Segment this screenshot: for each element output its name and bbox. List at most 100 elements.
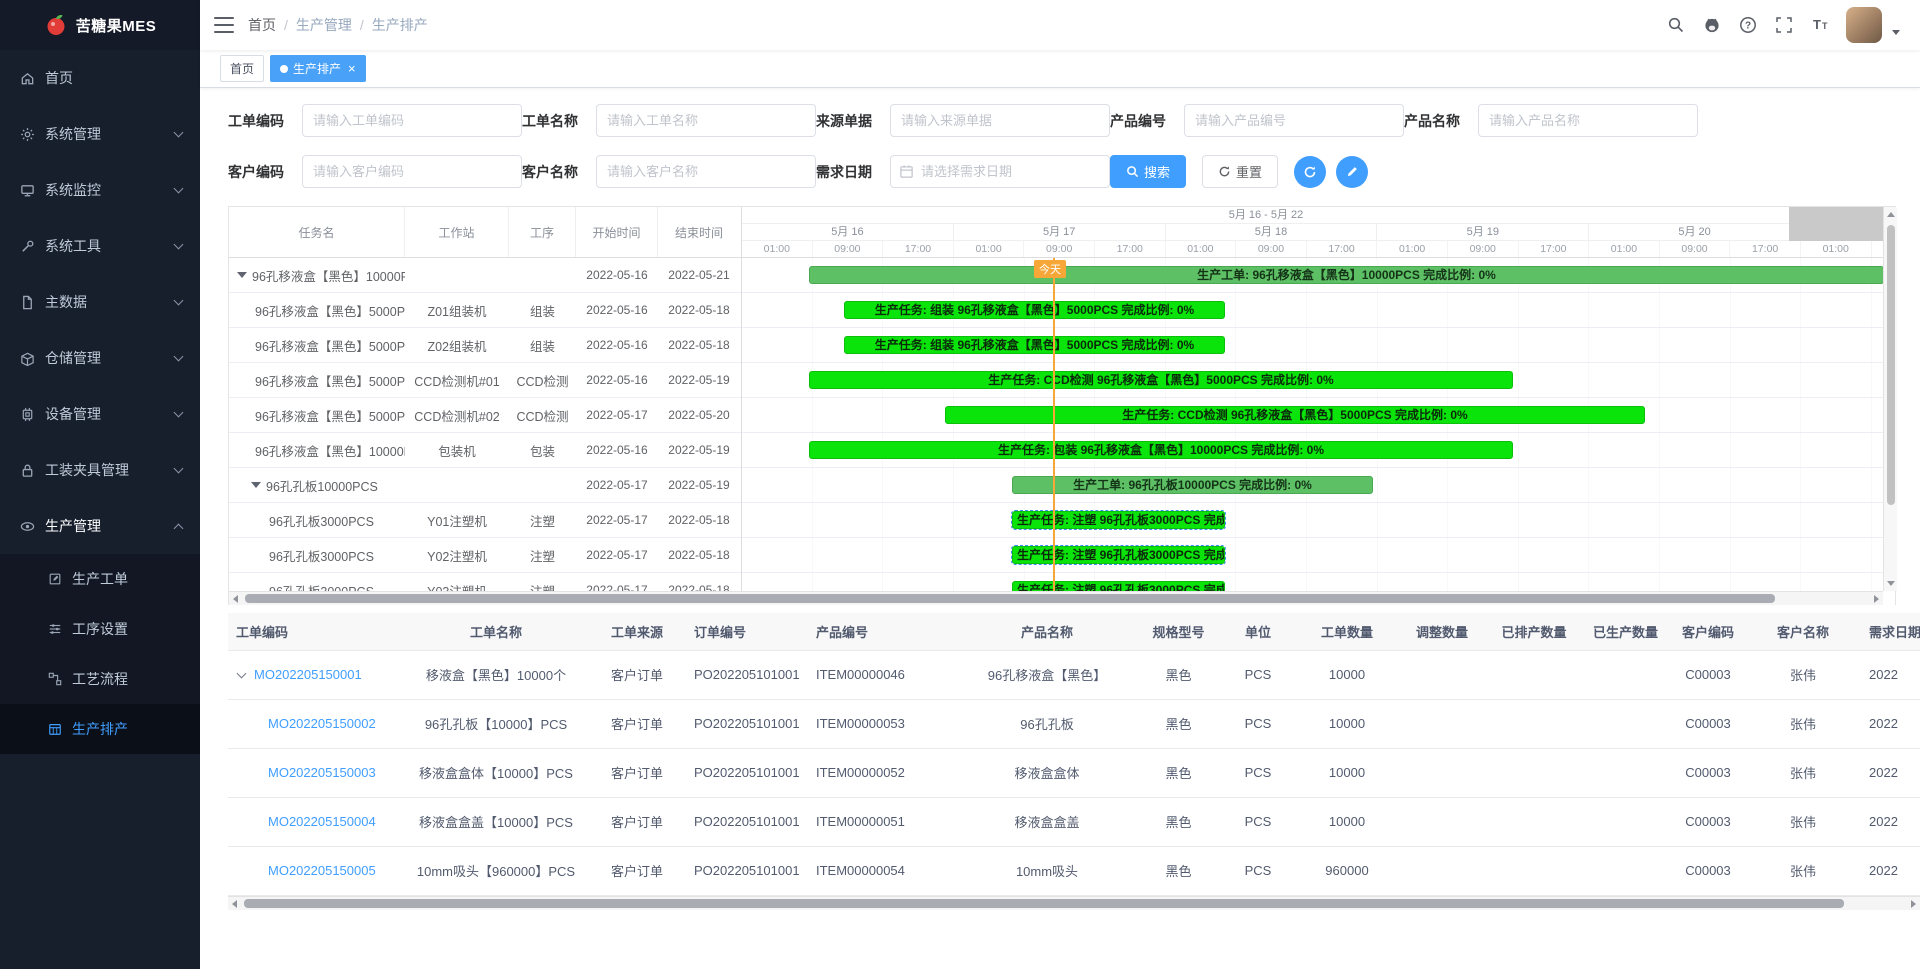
order-code-link[interactable]: MO202205150005 bbox=[268, 863, 376, 878]
gantt-bar-task[interactable]: 生产任务: 组装 96孔移液盒【黑色】5000PCS 完成比例: 0% bbox=[844, 301, 1225, 319]
expand-row-icon[interactable] bbox=[237, 668, 247, 678]
scroll-up-arrow-icon[interactable] bbox=[1887, 212, 1895, 217]
gantt-row[interactable]: 96孔孔板3000PCS Y02注塑机 注塑 2022-05-17 2022-0… bbox=[229, 538, 741, 573]
app-logo: 苦糖果MES bbox=[0, 0, 200, 50]
order-row[interactable]: MO202205150002 96孔孔板【10000】PCS 客户订单 PO20… bbox=[228, 699, 1920, 748]
sidebar-item-system-monitor[interactable]: 系统监控 bbox=[0, 162, 200, 218]
sidebar-item-fixture[interactable]: 工装夹具管理 bbox=[0, 442, 200, 498]
gantt-row[interactable]: 96孔移液盒【黑色】5000PCS CCD检测机#02 CCD检测 2022-0… bbox=[229, 398, 741, 433]
gantt-grid-header: 任务名 工作站 工序 开始时间 结束时间 bbox=[229, 207, 741, 258]
avatar[interactable] bbox=[1846, 7, 1882, 43]
order-row[interactable]: MO202205150004 移液盒盒盖【10000】PCS 客户订单 PO20… bbox=[228, 797, 1920, 846]
order-code-link[interactable]: MO202205150004 bbox=[268, 814, 376, 829]
fullscreen-icon[interactable] bbox=[1774, 15, 1794, 35]
gantt-row[interactable]: 96孔移液盒【黑色】10000PCS 2022-05-16 2022-05-21 bbox=[229, 258, 741, 293]
sidebar-item-process-settings[interactable]: 工序设置 bbox=[0, 604, 200, 654]
customer-name-input[interactable] bbox=[596, 155, 816, 188]
gantt-row[interactable]: 96孔孔板10000PCS 2022-05-17 2022-05-19 bbox=[229, 468, 741, 503]
sidebar-item-production[interactable]: 生产管理 bbox=[0, 498, 200, 554]
gantt-bar-task[interactable]: 生产任务: 注塑 96孔孔板3000PCS 完成比例: 0% bbox=[1012, 546, 1225, 564]
font-size-icon[interactable]: TT bbox=[1810, 15, 1830, 35]
sidebar-item-production-scheduling[interactable]: 生产排产 bbox=[0, 704, 200, 754]
filter-order-code: 工单编码 bbox=[228, 104, 522, 137]
gantt-grid-rows: 96孔移液盒【黑色】10000PCS 2022-05-16 2022-05-21… bbox=[229, 258, 741, 591]
gantt-horizontal-scrollbar[interactable] bbox=[229, 591, 1883, 605]
scroll-left-arrow-icon[interactable] bbox=[232, 900, 237, 908]
filter-customer-name: 客户名称 bbox=[522, 155, 816, 188]
order-row[interactable]: MO202205150001 移液盒【黑色】10000个 客户订单 PO2022… bbox=[228, 650, 1920, 699]
order-code-link[interactable]: MO202205150002 bbox=[268, 716, 376, 731]
gantt-bar-task[interactable]: 生产任务: 注塑 96孔孔板3000PCS 完成比例: 0% bbox=[1012, 581, 1225, 591]
wrench-icon bbox=[20, 239, 35, 254]
search-button[interactable]: 搜索 bbox=[1110, 155, 1186, 188]
gantt-timeline: 5月 16 - 5月 22 5月 16 5月 17 5月 18 5月 19 5月… bbox=[741, 207, 1883, 591]
filter-product-code: 产品编号 bbox=[1110, 104, 1404, 137]
scroll-left-arrow-icon[interactable] bbox=[233, 595, 238, 603]
sliders-icon bbox=[48, 622, 62, 636]
gantt-vertical-scrollbar[interactable] bbox=[1883, 207, 1897, 591]
document-icon bbox=[20, 295, 35, 310]
product-code-input[interactable] bbox=[1184, 104, 1404, 137]
search-icon[interactable] bbox=[1666, 15, 1686, 35]
hamburger-menu-icon[interactable] bbox=[214, 17, 234, 33]
gantt-row[interactable]: 96孔孔板3000PCS Y01注塑机 注塑 2022-05-17 2022-0… bbox=[229, 503, 741, 538]
github-icon[interactable] bbox=[1702, 15, 1722, 35]
refresh-button[interactable] bbox=[1294, 156, 1326, 188]
gantt-bar-task[interactable]: 生产任务: 包装 96孔移液盒【黑色】10000PCS 完成比例: 0% bbox=[809, 441, 1513, 459]
gantt-vertical-scrollbar-thumb[interactable] bbox=[1887, 225, 1895, 505]
gantt-bar-task[interactable]: 生产任务: CCD检测 96孔移液盒【黑色】5000PCS 完成比例: 0% bbox=[809, 371, 1513, 389]
scroll-right-arrow-icon[interactable] bbox=[1874, 595, 1879, 603]
order-row[interactable]: MO202205150003 移液盒盒体【10000】PCS 客户订单 PO20… bbox=[228, 748, 1920, 797]
sidebar-item-system-tools[interactable]: 系统工具 bbox=[0, 218, 200, 274]
source-doc-input[interactable] bbox=[890, 104, 1110, 137]
gantt-row[interactable]: 96孔移液盒【黑色】5000PCS Z02组装机 组装 2022-05-16 2… bbox=[229, 328, 741, 363]
sidebar-item-master-data[interactable]: 主数据 bbox=[0, 274, 200, 330]
product-name-input[interactable] bbox=[1478, 104, 1698, 137]
gantt-bar-task[interactable]: 生产任务: 注塑 96孔孔板3000PCS 完成比例: 0% bbox=[1012, 511, 1225, 529]
sidebar-item-equipment[interactable]: 设备管理 bbox=[0, 386, 200, 442]
sidebar-item-warehouse[interactable]: 仓储管理 bbox=[0, 330, 200, 386]
help-icon[interactable]: ? bbox=[1738, 15, 1758, 35]
collapse-caret-icon[interactable] bbox=[237, 272, 247, 278]
tab-home[interactable]: 首页 bbox=[220, 55, 264, 82]
logo-icon bbox=[44, 13, 68, 37]
sidebar-item-production-order[interactable]: 生产工单 bbox=[0, 554, 200, 604]
gantt-row[interactable]: 96孔移液盒【黑色】5000PCS Z01组装机 组装 2022-05-16 2… bbox=[229, 293, 741, 328]
gantt-bar-task[interactable]: 生产任务: 组装 96孔移液盒【黑色】5000PCS 完成比例: 0% bbox=[844, 336, 1225, 354]
timeline-hours: 01:00 09:00 17:00 01:00 09:00 17:00 01:0… bbox=[742, 241, 1883, 258]
scroll-down-arrow-icon[interactable] bbox=[1887, 581, 1895, 586]
scroll-right-arrow-icon[interactable] bbox=[1911, 900, 1916, 908]
gantt-chart-row: 生产工单: 96孔移液盒【黑色】10000PCS 完成比例: 0% bbox=[742, 258, 1883, 293]
chevron-down-icon bbox=[174, 464, 184, 474]
orders-horizontal-scrollbar[interactable] bbox=[228, 896, 1920, 910]
gantt-row[interactable]: 96孔孔板3000PCS Y03注塑机 注塑 2022-05-17 2022-0… bbox=[229, 573, 741, 591]
gantt-row[interactable]: 96孔移液盒【黑色】10000PCS 包装机 包装 2022-05-16 202… bbox=[229, 433, 741, 468]
gantt-row[interactable]: 96孔移液盒【黑色】5000PCS CCD检测机#01 CCD检测 2022-0… bbox=[229, 363, 741, 398]
home-icon bbox=[20, 71, 35, 86]
breadcrumb-home[interactable]: 首页 bbox=[248, 15, 276, 35]
order-code-link[interactable]: MO202205150003 bbox=[268, 765, 376, 780]
customer-code-input[interactable] bbox=[302, 155, 522, 188]
reset-button[interactable]: 重置 bbox=[1202, 155, 1278, 188]
order-code-link[interactable]: MO202205150001 bbox=[254, 667, 362, 682]
gantt-bar-workorder[interactable]: 生产工单: 96孔孔板10000PCS 完成比例: 0% bbox=[1012, 476, 1373, 494]
collapse-caret-icon[interactable] bbox=[251, 482, 261, 488]
app-root: 苦糖果MES 首页 系统管理 系统监控 系统工具 bbox=[0, 0, 1920, 969]
user-caret-icon[interactable] bbox=[1892, 30, 1900, 35]
order-name-input[interactable] bbox=[596, 104, 816, 137]
tab-production-scheduling[interactable]: 生产排产 × bbox=[270, 55, 366, 82]
close-icon[interactable]: × bbox=[348, 62, 356, 75]
gantt-bar-workorder[interactable]: 生产工单: 96孔移液盒【黑色】10000PCS 完成比例: 0% bbox=[809, 266, 1883, 284]
gantt-bar-task[interactable]: 生产任务: CCD检测 96孔移液盒【黑色】5000PCS 完成比例: 0% bbox=[945, 406, 1645, 424]
gantt-horizontal-scrollbar-thumb[interactable] bbox=[245, 594, 1775, 603]
order-code-input[interactable] bbox=[302, 104, 522, 137]
edit-square-icon bbox=[48, 572, 62, 586]
edit-button[interactable] bbox=[1336, 156, 1368, 188]
sidebar-item-process-flow[interactable]: 工艺流程 bbox=[0, 654, 200, 704]
sidebar-item-system-mgmt[interactable]: 系统管理 bbox=[0, 106, 200, 162]
demand-date-input[interactable] bbox=[890, 155, 1110, 188]
orders-horizontal-scrollbar-thumb[interactable] bbox=[244, 899, 1844, 908]
order-row[interactable]: MO202205150005 10mm吸头【960000】PCS 客户订单 PO… bbox=[228, 846, 1920, 895]
sidebar-item-home[interactable]: 首页 bbox=[0, 50, 200, 106]
breadcrumb-production-mgmt[interactable]: 生产管理 bbox=[296, 15, 352, 35]
